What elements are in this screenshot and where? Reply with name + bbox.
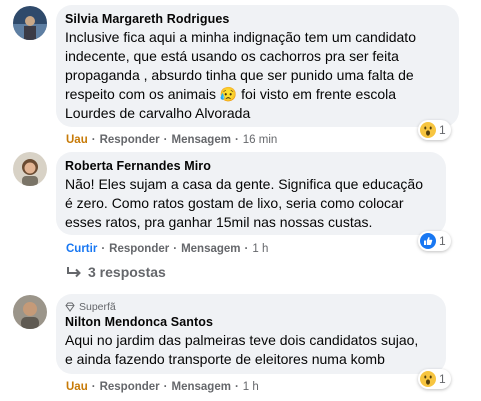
avatar[interactable] (13, 6, 47, 40)
comment-line: Não! Eles sujam a casa da gente. Signifi… (65, 176, 424, 192)
reply-button[interactable]: Responder (100, 134, 160, 146)
reaction-count: 1 (439, 234, 446, 248)
comment-bubble: Superfã Nilton Mendonca Santos Aqui no j… (56, 294, 446, 374)
reaction-count-pill[interactable]: 1 (418, 120, 451, 140)
comment-bubble: Roberta Fernandes Miro Não! Eles sujam a… (56, 152, 446, 235)
reply-button[interactable]: Responder (100, 381, 160, 393)
comment-timestamp[interactable]: 1 h (252, 243, 268, 255)
message-button[interactable]: Mensagem (172, 381, 231, 393)
comment-line: Lourdes de carvalho Alvorada (65, 105, 251, 121)
comment-line: indecente, que está usando os cachorros … (65, 48, 399, 64)
reaction-count-pill[interactable]: 1 (418, 231, 451, 251)
comment-author[interactable]: Nilton Mendonca Santos (65, 315, 436, 329)
comment-line: e ainda fazendo transporte de eleitores … (65, 351, 385, 367)
comment-actions: Curtir · Responder · Mensagem · 1 h (66, 243, 269, 255)
comment-text: Inclusive fica aqui a minha indignação t… (65, 28, 449, 123)
reply-button[interactable]: Responder (109, 243, 169, 255)
comment-timestamp[interactable]: 1 h (243, 381, 259, 393)
comment-text: Não! Eles sujam a casa da gente. Signifi… (65, 175, 436, 232)
reaction-count: 1 (439, 123, 446, 137)
reaction-count: 1 (439, 372, 446, 386)
react-button[interactable]: Uau (66, 134, 88, 146)
comment-line: é zero. Como ratos gostam de lixo, seria… (65, 195, 404, 211)
comment-actions: Uau · Responder · Mensagem · 1 h (66, 381, 259, 393)
comment-line: respeito com os animais 😥 foi visto em f… (65, 86, 397, 102)
reply-arrow-icon (67, 267, 81, 278)
diamond-icon (65, 302, 75, 312)
view-replies-button[interactable]: 3 respostas (66, 264, 166, 280)
avatar[interactable] (13, 152, 47, 186)
wow-emoji-icon (420, 122, 436, 138)
comment-bubble: Silvia Margareth Rodrigues Inclusive fic… (56, 5, 459, 127)
fan-badge-label: Superfã (79, 301, 116, 313)
wow-emoji-icon (420, 371, 436, 387)
replies-count-label: 3 respostas (88, 264, 166, 280)
comment-actions: Uau · Responder · Mensagem · 16 min (66, 134, 278, 146)
comment-line: propaganda , absurdo tinha que ser punid… (65, 67, 414, 83)
fan-badge: Superfã (65, 301, 436, 313)
comment-timestamp[interactable]: 16 min (243, 134, 278, 146)
comment-author[interactable]: Silvia Margareth Rodrigues (65, 12, 449, 26)
message-button[interactable]: Mensagem (172, 134, 231, 146)
message-button[interactable]: Mensagem (181, 243, 240, 255)
comment-line: Inclusive fica aqui a minha indignação t… (65, 29, 416, 45)
like-thumb-icon (420, 233, 436, 249)
reaction-count-pill[interactable]: 1 (418, 369, 451, 389)
comment-author[interactable]: Roberta Fernandes Miro (65, 159, 436, 173)
comment-line: Aqui no jardim das palmeiras teve dois c… (65, 332, 419, 348)
like-button[interactable]: Curtir (66, 243, 97, 255)
react-button[interactable]: Uau (66, 381, 88, 393)
avatar[interactable] (13, 295, 47, 329)
comment-text: Aqui no jardim das palmeiras teve dois c… (65, 331, 436, 369)
comment-line: esses ratos, pra ganhar 15mil nas nossas… (65, 214, 373, 230)
